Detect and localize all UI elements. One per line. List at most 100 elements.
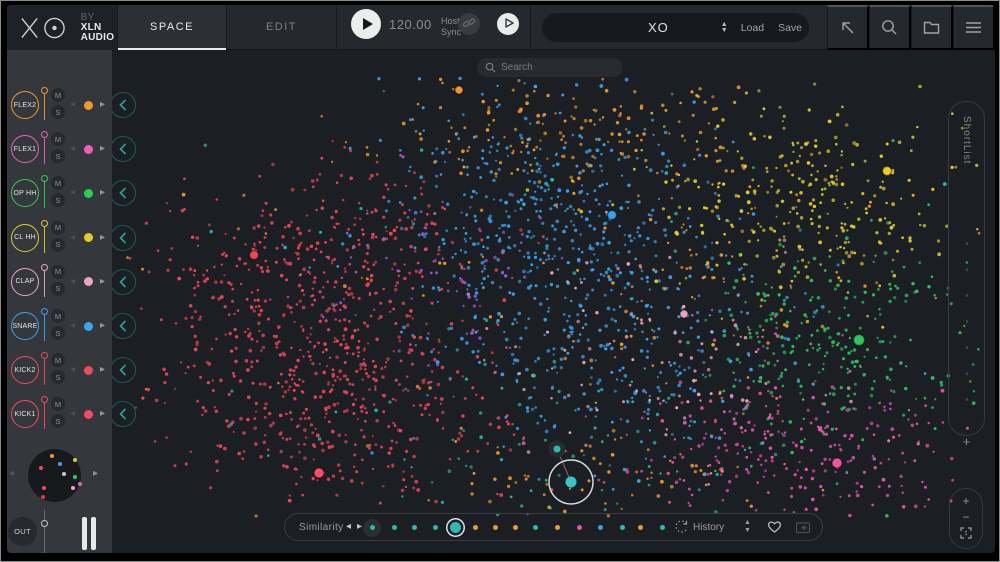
- sample-marker[interactable]: [455, 86, 463, 94]
- channel-pad[interactable]: FLEX1: [11, 135, 39, 163]
- sample-marker[interactable]: [832, 458, 842, 468]
- channel-pad[interactable]: KICK1: [11, 400, 39, 428]
- load-button[interactable]: Load: [741, 22, 764, 34]
- next-sample-arrow[interactable]: ▸: [100, 98, 105, 112]
- prev-sample-arrow[interactable]: ◂: [70, 231, 75, 245]
- preset-prev-next[interactable]: ▲▼: [721, 22, 728, 34]
- zoom-in-button[interactable]: +: [962, 495, 969, 507]
- zoom-fit-button[interactable]: [960, 527, 972, 541]
- next-sample-arrow[interactable]: ▸: [100, 186, 105, 200]
- channel-fader-track[interactable]: [44, 91, 46, 120]
- mute-button[interactable]: M: [51, 397, 65, 411]
- sample-marker[interactable]: [608, 211, 617, 220]
- prev-sample-arrow[interactable]: ◂: [70, 98, 75, 112]
- next-sample-arrow[interactable]: ▸: [100, 231, 105, 245]
- mute-button[interactable]: M: [51, 309, 65, 323]
- sample-marker[interactable]: [250, 251, 259, 260]
- channel-fader-knob[interactable]: [41, 220, 48, 227]
- similarity-next-arrow[interactable]: ▸: [357, 521, 362, 532]
- similarity-dot[interactable]: [533, 525, 538, 530]
- solo-button[interactable]: S: [51, 414, 65, 428]
- channel-fader-track[interactable]: [44, 135, 46, 164]
- search-button[interactable]: [869, 5, 911, 50]
- prev-sample-arrow[interactable]: ◂: [70, 142, 75, 156]
- similarity-dot[interactable]: [555, 525, 560, 530]
- prev-sample-arrow[interactable]: ◂: [70, 407, 75, 421]
- similarity-dot-selected[interactable]: [450, 522, 461, 533]
- save-to-collection-button[interactable]: [795, 521, 811, 537]
- minimap-next-arrow[interactable]: ▸: [93, 468, 98, 479]
- channel-fader-knob[interactable]: [41, 131, 48, 138]
- sample-marker[interactable]: [854, 335, 865, 346]
- channel-pad[interactable]: CLAP: [11, 268, 39, 296]
- out-fader-knob[interactable]: [41, 520, 48, 527]
- channel-fader-knob[interactable]: [41, 175, 48, 182]
- similarity-dot[interactable]: [513, 525, 518, 530]
- prev-sample-arrow[interactable]: ◂: [70, 275, 75, 289]
- channel-pad[interactable]: KICK2: [11, 356, 39, 384]
- preset-selector[interactable]: XO ▲▼ Load Save: [542, 13, 809, 42]
- similarity-prev-arrow[interactable]: ◂: [346, 521, 351, 532]
- tab-edit[interactable]: EDIT: [226, 5, 336, 50]
- shortlist-add-button[interactable]: +: [949, 434, 984, 449]
- solo-button[interactable]: S: [51, 282, 65, 296]
- browser-button[interactable]: [911, 5, 953, 50]
- channel-pad[interactable]: SNARE: [11, 312, 39, 340]
- next-sample-arrow[interactable]: ▸: [100, 407, 105, 421]
- similarity-dot[interactable]: [620, 525, 625, 530]
- mute-button[interactable]: M: [51, 353, 65, 367]
- sample-marker[interactable]: [314, 468, 324, 478]
- sample-marker[interactable]: [680, 310, 688, 318]
- tab-space[interactable]: SPACE: [117, 5, 226, 50]
- channel-fader-knob[interactable]: [41, 87, 48, 94]
- next-sample-arrow[interactable]: ▸: [100, 142, 105, 156]
- channel-fader-track[interactable]: [44, 179, 46, 208]
- sample-scatter-map[interactable]: [112, 50, 995, 553]
- save-button[interactable]: Save: [778, 22, 802, 34]
- next-sample-arrow[interactable]: ▸: [100, 319, 105, 333]
- menu-button[interactable]: [953, 5, 995, 50]
- channel-pad[interactable]: OP HH: [11, 179, 39, 207]
- prev-sample-arrow[interactable]: ◂: [70, 319, 75, 333]
- channel-fader-knob[interactable]: [41, 396, 48, 403]
- mute-button[interactable]: M: [51, 132, 65, 146]
- channel-fader-track[interactable]: [44, 400, 46, 429]
- pointer-button[interactable]: [827, 5, 869, 50]
- host-play-toggle[interactable]: [497, 13, 519, 35]
- similarity-dot[interactable]: [412, 525, 417, 530]
- solo-button[interactable]: S: [51, 370, 65, 384]
- out-fader-track[interactable]: [44, 510, 45, 553]
- channel-locate-chevron[interactable]: [112, 269, 136, 295]
- similarity-dot[interactable]: [473, 525, 478, 530]
- space-canvas[interactable]: Search ShortList + + −: [112, 50, 995, 553]
- bpm-display[interactable]: 120.00: [389, 17, 432, 32]
- minimap-prev-arrow[interactable]: ◂: [9, 468, 14, 479]
- channel-fader-track[interactable]: [44, 268, 46, 297]
- similarity-dot[interactable]: [433, 525, 438, 530]
- mute-button[interactable]: M: [51, 176, 65, 190]
- channel-fader-knob[interactable]: [41, 352, 48, 359]
- similarity-dot[interactable]: [638, 525, 643, 530]
- sample-marker[interactable]: [883, 167, 892, 176]
- channel-pad[interactable]: FLEX2: [11, 91, 39, 119]
- mute-button[interactable]: M: [51, 221, 65, 235]
- similarity-dot[interactable]: [577, 525, 582, 530]
- solo-button[interactable]: S: [51, 238, 65, 252]
- history-prev-next[interactable]: ▲▼: [744, 519, 751, 535]
- channel-fader-knob[interactable]: [41, 308, 48, 315]
- host-sync-toggle[interactable]: [458, 13, 480, 35]
- solo-button[interactable]: S: [51, 105, 65, 119]
- linked-sample-dot[interactable]: [554, 446, 561, 453]
- favorite-button[interactable]: [767, 520, 782, 537]
- channel-pad[interactable]: CL HH: [11, 224, 39, 252]
- similarity-dot[interactable]: [370, 525, 375, 530]
- solo-button[interactable]: S: [51, 193, 65, 207]
- next-sample-arrow[interactable]: ▸: [100, 363, 105, 377]
- similarity-dot[interactable]: [598, 525, 603, 530]
- mute-button[interactable]: M: [51, 88, 65, 102]
- similarity-dot[interactable]: [660, 525, 665, 530]
- refresh-similar-button[interactable]: [673, 519, 690, 539]
- prev-sample-arrow[interactable]: ◂: [70, 186, 75, 200]
- channel-locate-chevron[interactable]: [112, 225, 136, 251]
- channel-fader-track[interactable]: [44, 224, 46, 253]
